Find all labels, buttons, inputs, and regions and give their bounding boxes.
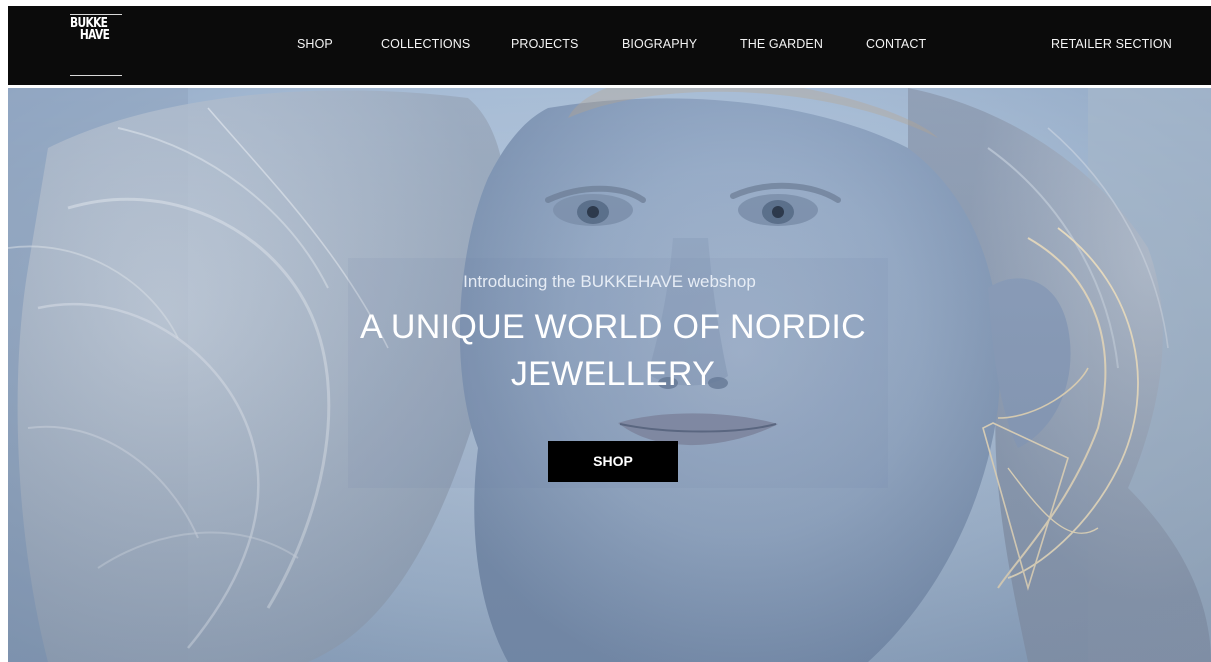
nav-contact[interactable]: CONTACT: [866, 37, 926, 51]
hero-banner: Introducing the BUKKEHAVE webshop A UNIQ…: [8, 88, 1211, 662]
nav-the-garden[interactable]: THE GARDEN: [740, 37, 823, 51]
hero-content: Introducing the BUKKEHAVE webshop A UNIQ…: [8, 88, 1211, 662]
page: BUKKE HAVE SHOP COLLECTIONS PROJECTS BIO…: [0, 0, 1211, 662]
nav-projects[interactable]: PROJECTS: [511, 37, 578, 51]
hero-headline: A UNIQUE WORLD OF NORDIC JEWELLERY: [360, 308, 866, 393]
main-nav: SHOP COLLECTIONS PROJECTS BIOGRAPHY THE …: [8, 6, 1211, 85]
nav-biography[interactable]: BIOGRAPHY: [622, 37, 697, 51]
nav-retailer-section[interactable]: RETAILER SECTION: [1051, 37, 1172, 51]
nav-shop[interactable]: SHOP: [297, 37, 333, 51]
nav-collections[interactable]: COLLECTIONS: [381, 37, 470, 51]
site-header: BUKKE HAVE SHOP COLLECTIONS PROJECTS BIO…: [8, 6, 1211, 85]
hero-intro: Introducing the BUKKEHAVE webshop: [463, 272, 756, 291]
shop-button[interactable]: SHOP: [548, 441, 678, 482]
